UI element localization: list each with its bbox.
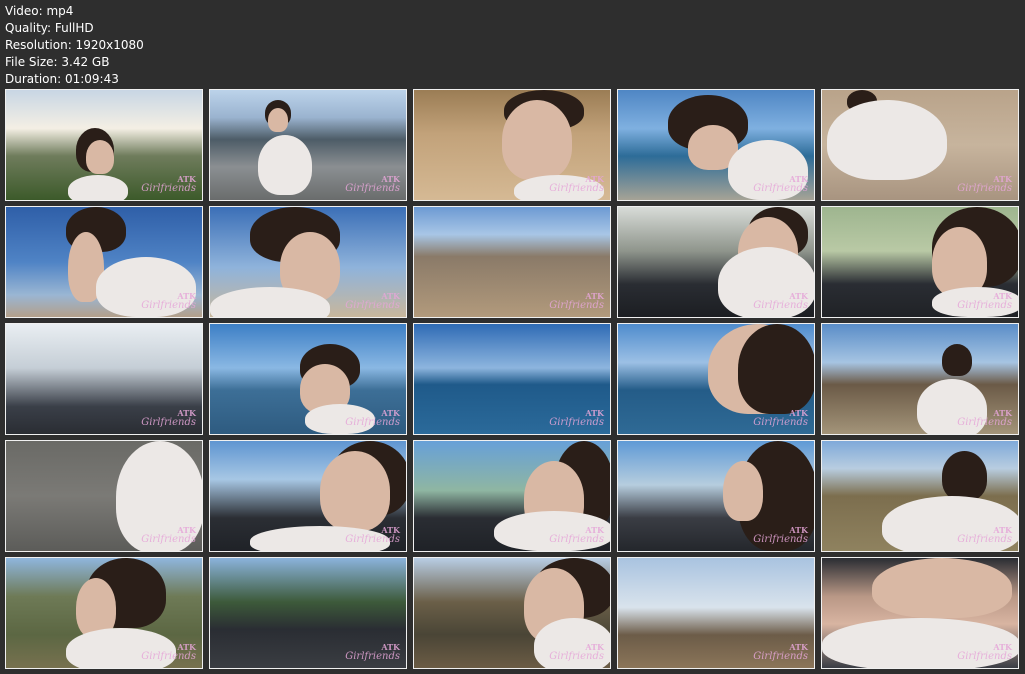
watermark-logo: ATK Girlfriends: [753, 291, 808, 311]
thumbnail-figure: [827, 100, 947, 180]
watermark-logo: ATK Girlfriends: [753, 525, 808, 545]
video-info: Video: mp4 Quality: FullHD Resolution: 1…: [5, 3, 144, 88]
thumbnail-figure: [872, 558, 1012, 618]
watermark-logo: ATK Girlfriends: [549, 642, 604, 662]
watermark-name: Girlfriends: [753, 651, 808, 662]
watermark-name: Girlfriends: [549, 183, 604, 194]
watermark-name: Girlfriends: [345, 300, 400, 311]
video-thumbnail: ATK Girlfriends: [821, 557, 1019, 669]
watermark-name: Girlfriends: [549, 651, 604, 662]
watermark-name: Girlfriends: [141, 651, 196, 662]
video-duration: Duration: 01:09:43: [5, 72, 119, 86]
video-thumbnail: ATK Girlfriends: [617, 323, 815, 435]
watermark-name: Girlfriends: [753, 183, 808, 194]
watermark-logo: ATK Girlfriends: [549, 525, 604, 545]
video-thumbnail: ATK Girlfriends: [5, 323, 203, 435]
watermark-name: Girlfriends: [345, 651, 400, 662]
video-thumbnail: ATK Girlfriends: [413, 206, 611, 318]
watermark-logo: ATK Girlfriends: [957, 174, 1012, 194]
watermark-name: Girlfriends: [753, 417, 808, 428]
video-thumbnail: ATK Girlfriends: [5, 440, 203, 552]
watermark-logo: ATK Girlfriends: [549, 174, 604, 194]
video-thumbnail: ATK Girlfriends: [413, 440, 611, 552]
watermark-name: Girlfriends: [957, 183, 1012, 194]
video-thumbnail: ATK Girlfriends: [617, 89, 815, 201]
watermark-name: Girlfriends: [345, 534, 400, 545]
watermark-logo: ATK Girlfriends: [957, 291, 1012, 311]
watermark-name: Girlfriends: [957, 300, 1012, 311]
watermark-logo: ATK Girlfriends: [957, 642, 1012, 662]
watermark-logo: ATK Girlfriends: [141, 291, 196, 311]
video-thumbnail: ATK Girlfriends: [413, 89, 611, 201]
video-thumbnail: ATK Girlfriends: [209, 557, 407, 669]
video-thumbnail: ATK Girlfriends: [821, 89, 1019, 201]
watermark-name: Girlfriends: [957, 534, 1012, 545]
watermark-logo: ATK Girlfriends: [141, 525, 196, 545]
watermark-logo: ATK Girlfriends: [345, 408, 400, 428]
video-thumbnail: ATK Girlfriends: [413, 323, 611, 435]
watermark-name: Girlfriends: [549, 534, 604, 545]
watermark-logo: ATK Girlfriends: [345, 291, 400, 311]
video-thumbnail: ATK Girlfriends: [617, 440, 815, 552]
watermark-name: Girlfriends: [753, 300, 808, 311]
watermark-name: Girlfriends: [957, 417, 1012, 428]
watermark-logo: ATK Girlfriends: [753, 408, 808, 428]
watermark-logo: ATK Girlfriends: [753, 174, 808, 194]
thumbnail-figure: [86, 140, 114, 174]
video-resolution: Resolution: 1920x1080: [5, 38, 144, 52]
watermark-logo: ATK Girlfriends: [549, 408, 604, 428]
watermark-name: Girlfriends: [753, 534, 808, 545]
thumbnail-figure: [258, 135, 312, 195]
watermark-name: Girlfriends: [549, 417, 604, 428]
watermark-logo: ATK Girlfriends: [957, 525, 1012, 545]
thumbnail-figure: [723, 461, 763, 521]
video-thumbnail: ATK Girlfriends: [209, 323, 407, 435]
watermark-name: Girlfriends: [345, 183, 400, 194]
watermark-logo: ATK Girlfriends: [345, 174, 400, 194]
video-file-size: File Size: 3.42 GB: [5, 55, 110, 69]
video-thumbnail: ATK Girlfriends: [5, 557, 203, 669]
video-thumbnail: ATK Girlfriends: [209, 206, 407, 318]
video-thumbnail: ATK Girlfriends: [821, 440, 1019, 552]
thumbnail-figure: [942, 344, 972, 376]
video-thumbnail: ATK Girlfriends: [5, 206, 203, 318]
watermark-logo: ATK Girlfriends: [549, 291, 604, 311]
video-thumbnail: ATK Girlfriends: [413, 557, 611, 669]
watermark-logo: ATK Girlfriends: [141, 642, 196, 662]
watermark-logo: ATK Girlfriends: [957, 408, 1012, 428]
watermark-logo: ATK Girlfriends: [141, 174, 196, 194]
video-thumbnail: ATK Girlfriends: [209, 440, 407, 552]
video-thumbnail: ATK Girlfriends: [821, 323, 1019, 435]
video-thumbnail: ATK Girlfriends: [821, 206, 1019, 318]
watermark-logo: ATK Girlfriends: [141, 408, 196, 428]
thumbnail-figure: [68, 175, 128, 200]
watermark-name: Girlfriends: [141, 183, 196, 194]
watermark-name: Girlfriends: [549, 300, 604, 311]
watermark-name: Girlfriends: [141, 417, 196, 428]
thumbnail-grid: ATK Girlfriends ATK Girlfriends ATK Girlfrien…: [5, 89, 1019, 669]
thumbnail-figure: [738, 324, 814, 414]
thumbnail-figure: [502, 100, 572, 180]
video-thumbnail: ATK Girlfriends: [617, 557, 815, 669]
watermark-logo: ATK Girlfriends: [345, 642, 400, 662]
video-format: Video: mp4: [5, 4, 74, 18]
watermark-logo: ATK Girlfriends: [345, 525, 400, 545]
watermark-logo: ATK Girlfriends: [753, 642, 808, 662]
video-thumbnail: ATK Girlfriends: [5, 89, 203, 201]
video-thumbnail: ATK Girlfriends: [617, 206, 815, 318]
thumbnail-figure: [942, 451, 987, 501]
watermark-name: Girlfriends: [345, 417, 400, 428]
watermark-name: Girlfriends: [141, 300, 196, 311]
video-quality: Quality: FullHD: [5, 21, 94, 35]
watermark-name: Girlfriends: [141, 534, 196, 545]
video-thumbnail: ATK Girlfriends: [209, 89, 407, 201]
thumbnail-figure: [320, 451, 390, 531]
watermark-name: Girlfriends: [957, 651, 1012, 662]
thumbnail-figure: [268, 108, 288, 132]
